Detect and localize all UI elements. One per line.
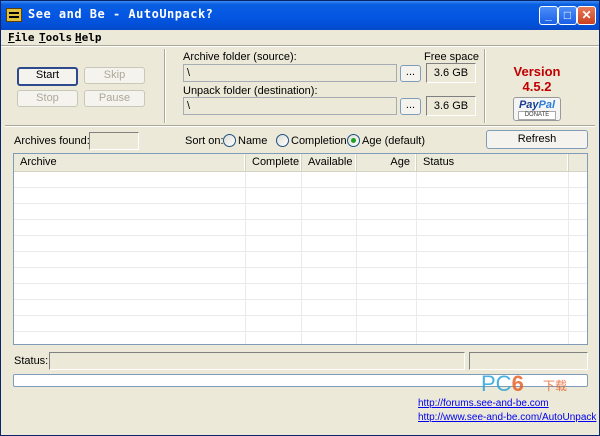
watermark-cn: 下载 [543,379,568,393]
menu-tools[interactable]: Tools [39,31,72,44]
stop-button[interactable]: Stop [17,90,78,107]
grid-hline [14,299,587,300]
options-separator [5,125,595,127]
archive-list-grid [14,172,587,344]
paypal-donate-button[interactable]: PayPal DONATE [513,97,561,121]
maximize-button[interactable]: □ [558,6,577,25]
title-bar[interactable]: See and Be - AutoUnpack? _ □ ✕ [1,1,599,30]
archives-found-value [89,132,139,150]
divider-left [164,49,166,123]
column-complete[interactable]: Complete [246,154,302,171]
sort-label: Sort on: [185,135,224,147]
donate-label: DONATE [518,111,556,120]
window-title: See and Be - AutoUnpack? [28,7,214,21]
grid-hline [14,315,587,316]
archive-list[interactable]: Archive Complete Available Age Status [13,153,588,345]
grid-hline [14,283,587,284]
grid-hline [14,219,587,220]
divider-right [484,49,486,123]
homepage-link[interactable]: http://www.see-and-be.com/AutoUnpack [418,412,596,423]
status-secondary-field [469,352,588,370]
sort-completion-label[interactable]: Completion [291,135,347,147]
sort-completion-radio[interactable] [276,134,289,147]
app-window: See and Be - AutoUnpack? _ □ ✕ File Tool… [0,0,600,436]
grid-hline [14,331,587,332]
sort-age-label[interactable]: Age (default) [362,135,425,147]
menu-file[interactable]: File [8,31,35,44]
paypal-pal: Pal [538,99,556,111]
menu-separator [1,45,599,47]
pc6-watermark: PC6 下载 [481,371,567,397]
sort-age-radio[interactable] [347,134,360,147]
grid-vline [568,172,569,344]
archives-found-label: Archives found: [14,135,90,147]
pause-button[interactable]: Pause [84,90,145,107]
close-button[interactable]: ✕ [577,6,596,25]
grid-vline [416,172,417,344]
start-button[interactable]: Start [17,67,78,86]
grid-vline [356,172,357,344]
grid-hline [14,187,587,188]
paypal-pay: Pay [518,99,539,111]
sort-name-radio[interactable] [223,134,236,147]
version-label: Version [513,64,561,79]
column-age[interactable]: Age [357,154,417,171]
unpack-free-space: 3.6 GB [426,96,476,116]
grid-hline [14,251,587,252]
browse-archive-button[interactable]: ... [400,65,421,82]
refresh-button[interactable]: Refresh [486,130,588,149]
paypal-logo: PayPal [514,99,560,111]
archive-folder-label: Archive folder (source): [183,51,297,63]
grid-vline [245,172,246,344]
skip-button[interactable]: Skip [84,67,145,84]
forums-link[interactable]: http://forums.see-and-be.com [418,398,549,409]
column-status[interactable]: Status [417,154,569,171]
watermark-pc: PC [481,371,512,396]
archive-folder-input[interactable]: \ [183,64,397,82]
grid-vline [301,172,302,344]
browse-unpack-button[interactable]: ... [400,98,421,115]
column-archive[interactable]: Archive [14,154,246,171]
status-field [49,352,465,370]
unpack-folder-label: Unpack folder (destination): [183,85,318,97]
grid-hline [14,235,587,236]
unpack-folder-input[interactable]: \ [183,97,397,115]
menu-help[interactable]: Help [75,31,102,44]
archive-free-space: 3.6 GB [426,63,476,83]
minimize-button[interactable]: _ [539,6,558,25]
status-label: Status: [14,355,49,367]
grid-hline [14,203,587,204]
free-space-label: Free space [424,51,480,63]
app-icon[interactable] [6,8,22,22]
sort-name-label[interactable]: Name [238,135,267,147]
version-number: 4.5.2 [522,79,552,94]
archive-list-header: Archive Complete Available Age Status [14,154,587,172]
grid-hline [14,267,587,268]
column-available[interactable]: Available [302,154,357,171]
watermark-six: 6 [511,371,524,396]
